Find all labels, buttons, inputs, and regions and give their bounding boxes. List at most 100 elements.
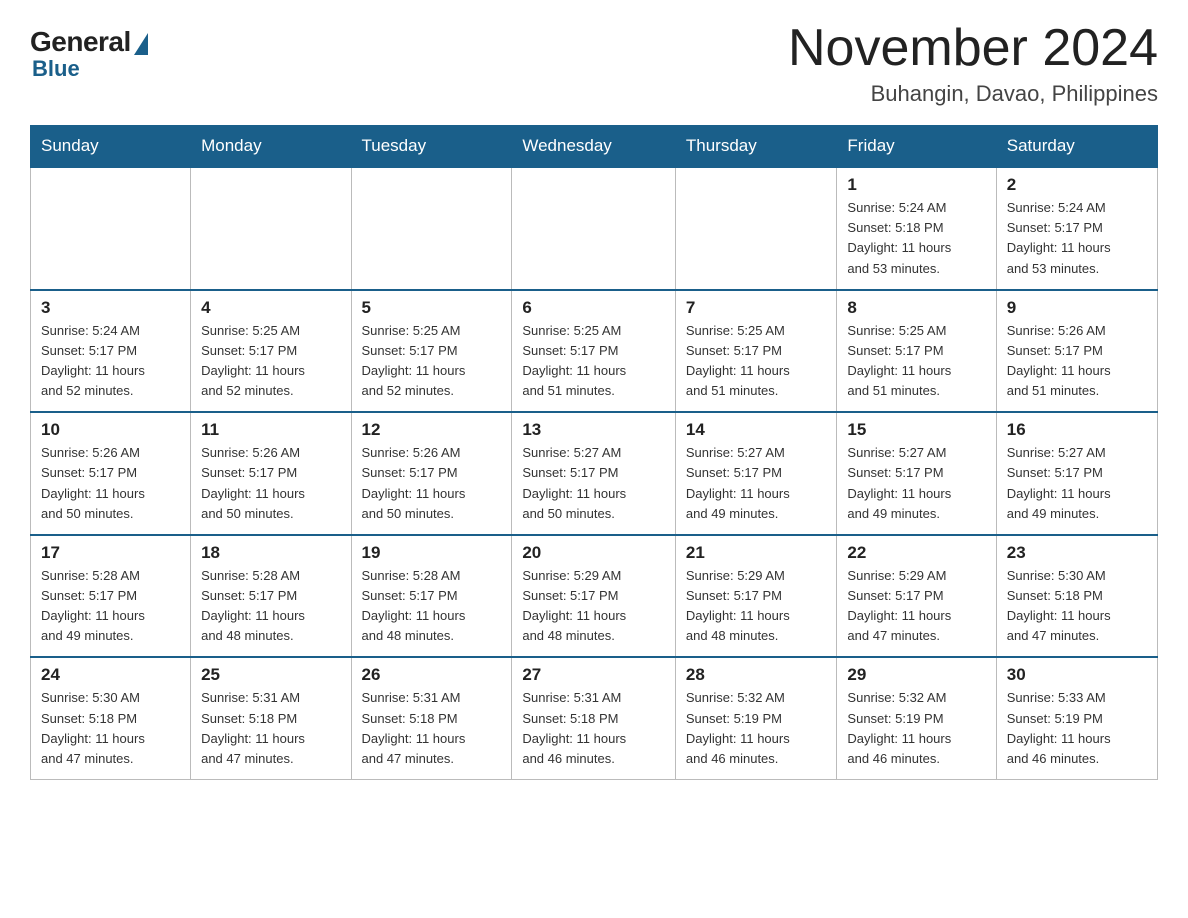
calendar-cell (191, 167, 351, 290)
day-number: 23 (1007, 543, 1147, 563)
calendar-cell (351, 167, 512, 290)
week-row-4: 17 Sunrise: 5:28 AM Sunset: 5:17 PM Dayli… (31, 535, 1158, 658)
calendar-cell: 21 Sunrise: 5:29 AM Sunset: 5:17 PM Dayli… (675, 535, 837, 658)
day-number: 30 (1007, 665, 1147, 685)
calendar-cell: 1 Sunrise: 5:24 AM Sunset: 5:18 PM Daylig… (837, 167, 996, 290)
calendar-cell: 28 Sunrise: 5:32 AM Sunset: 5:19 PM Dayli… (675, 657, 837, 779)
day-number: 29 (847, 665, 985, 685)
day-info: Sunrise: 5:25 AM Sunset: 5:17 PM Dayligh… (522, 321, 665, 402)
logo-triangle-icon (134, 33, 148, 55)
day-info: Sunrise: 5:33 AM Sunset: 5:19 PM Dayligh… (1007, 688, 1147, 769)
calendar-cell: 25 Sunrise: 5:31 AM Sunset: 5:18 PM Dayli… (191, 657, 351, 779)
day-info: Sunrise: 5:24 AM Sunset: 5:17 PM Dayligh… (41, 321, 180, 402)
day-number: 27 (522, 665, 665, 685)
day-info: Sunrise: 5:31 AM Sunset: 5:18 PM Dayligh… (362, 688, 502, 769)
day-number: 25 (201, 665, 340, 685)
calendar-cell: 13 Sunrise: 5:27 AM Sunset: 5:17 PM Dayli… (512, 412, 676, 535)
calendar-cell: 12Sunrise: 5:26 AM Sunset: 5:17 PM Dayli… (351, 412, 512, 535)
day-number: 19 (362, 543, 502, 563)
calendar-cell: 24 Sunrise: 5:30 AM Sunset: 5:18 PM Dayli… (31, 657, 191, 779)
day-info: Sunrise: 5:32 AM Sunset: 5:19 PM Dayligh… (686, 688, 827, 769)
day-info: Sunrise: 5:24 AM Sunset: 5:17 PM Dayligh… (1007, 198, 1147, 279)
calendar-cell: 9Sunrise: 5:26 AM Sunset: 5:17 PM Daylig… (996, 290, 1157, 413)
weekday-header-sunday: Sunday (31, 126, 191, 168)
day-number: 6 (522, 298, 665, 318)
day-info: Sunrise: 5:28 AM Sunset: 5:17 PM Dayligh… (201, 566, 340, 647)
calendar-cell: 19Sunrise: 5:28 AM Sunset: 5:17 PM Dayli… (351, 535, 512, 658)
week-row-5: 24 Sunrise: 5:30 AM Sunset: 5:18 PM Dayli… (31, 657, 1158, 779)
weekday-header-row: SundayMondayTuesdayWednesdayThursdayFrid… (31, 126, 1158, 168)
day-info: Sunrise: 5:26 AM Sunset: 5:17 PM Dayligh… (201, 443, 340, 524)
day-number: 9 (1007, 298, 1147, 318)
day-number: 21 (686, 543, 827, 563)
calendar-cell: 14 Sunrise: 5:27 AM Sunset: 5:17 PM Dayli… (675, 412, 837, 535)
calendar-cell: 15 Sunrise: 5:27 AM Sunset: 5:17 PM Dayli… (837, 412, 996, 535)
day-info: Sunrise: 5:27 AM Sunset: 5:17 PM Dayligh… (686, 443, 827, 524)
calendar-cell: 11 Sunrise: 5:26 AM Sunset: 5:17 PM Dayli… (191, 412, 351, 535)
day-number: 14 (686, 420, 827, 440)
calendar-cell: 5 Sunrise: 5:25 AM Sunset: 5:17 PM Daylig… (351, 290, 512, 413)
day-number: 20 (522, 543, 665, 563)
calendar-cell: 7 Sunrise: 5:25 AM Sunset: 5:17 PM Daylig… (675, 290, 837, 413)
calendar-cell (675, 167, 837, 290)
day-info: Sunrise: 5:27 AM Sunset: 5:17 PM Dayligh… (847, 443, 985, 524)
day-info: Sunrise: 5:31 AM Sunset: 5:18 PM Dayligh… (522, 688, 665, 769)
day-info: Sunrise: 5:28 AM Sunset: 5:17 PM Dayligh… (41, 566, 180, 647)
calendar-cell (31, 167, 191, 290)
day-number: 5 (362, 298, 502, 318)
day-info: Sunrise: 5:29 AM Sunset: 5:17 PM Dayligh… (686, 566, 827, 647)
calendar-cell: 3Sunrise: 5:24 AM Sunset: 5:17 PM Daylig… (31, 290, 191, 413)
weekday-header-thursday: Thursday (675, 126, 837, 168)
day-info: Sunrise: 5:26 AM Sunset: 5:17 PM Dayligh… (41, 443, 180, 524)
calendar-cell: 18Sunrise: 5:28 AM Sunset: 5:17 PM Dayli… (191, 535, 351, 658)
page-header: General Blue November 2024 Buhangin, Dav… (30, 20, 1158, 107)
day-number: 28 (686, 665, 827, 685)
calendar-cell: 6 Sunrise: 5:25 AM Sunset: 5:17 PM Daylig… (512, 290, 676, 413)
calendar-cell: 10 Sunrise: 5:26 AM Sunset: 5:17 PM Dayli… (31, 412, 191, 535)
day-info: Sunrise: 5:30 AM Sunset: 5:18 PM Dayligh… (41, 688, 180, 769)
weekday-header-friday: Friday (837, 126, 996, 168)
day-info: Sunrise: 5:27 AM Sunset: 5:17 PM Dayligh… (1007, 443, 1147, 524)
day-info: Sunrise: 5:30 AM Sunset: 5:18 PM Dayligh… (1007, 566, 1147, 647)
calendar-cell: 29 Sunrise: 5:32 AM Sunset: 5:19 PM Dayli… (837, 657, 996, 779)
day-number: 13 (522, 420, 665, 440)
weekday-header-tuesday: Tuesday (351, 126, 512, 168)
week-row-1: 1 Sunrise: 5:24 AM Sunset: 5:18 PM Daylig… (31, 167, 1158, 290)
day-info: Sunrise: 5:31 AM Sunset: 5:18 PM Dayligh… (201, 688, 340, 769)
day-number: 15 (847, 420, 985, 440)
day-info: Sunrise: 5:32 AM Sunset: 5:19 PM Dayligh… (847, 688, 985, 769)
location: Buhangin, Davao, Philippines (788, 81, 1158, 107)
day-number: 16 (1007, 420, 1147, 440)
day-number: 17 (41, 543, 180, 563)
calendar-cell: 30 Sunrise: 5:33 AM Sunset: 5:19 PM Dayli… (996, 657, 1157, 779)
calendar-cell: 8Sunrise: 5:25 AM Sunset: 5:17 PM Daylig… (837, 290, 996, 413)
day-number: 11 (201, 420, 340, 440)
calendar-cell: 22Sunrise: 5:29 AM Sunset: 5:17 PM Dayli… (837, 535, 996, 658)
weekday-header-monday: Monday (191, 126, 351, 168)
day-info: Sunrise: 5:25 AM Sunset: 5:17 PM Dayligh… (686, 321, 827, 402)
calendar-cell: 26 Sunrise: 5:31 AM Sunset: 5:18 PM Dayli… (351, 657, 512, 779)
calendar-table: SundayMondayTuesdayWednesdayThursdayFrid… (30, 125, 1158, 780)
day-number: 7 (686, 298, 827, 318)
logo-general-text: General (30, 26, 131, 58)
day-info: Sunrise: 5:25 AM Sunset: 5:17 PM Dayligh… (847, 321, 985, 402)
day-number: 1 (847, 175, 985, 195)
day-number: 10 (41, 420, 180, 440)
weekday-header-wednesday: Wednesday (512, 126, 676, 168)
calendar-cell: 27 Sunrise: 5:31 AM Sunset: 5:18 PM Dayli… (512, 657, 676, 779)
day-number: 12 (362, 420, 502, 440)
month-title: November 2024 (788, 20, 1158, 77)
calendar-cell: 4Sunrise: 5:25 AM Sunset: 5:17 PM Daylig… (191, 290, 351, 413)
calendar-cell (512, 167, 676, 290)
title-block: November 2024 Buhangin, Davao, Philippin… (788, 20, 1158, 107)
week-row-2: 3Sunrise: 5:24 AM Sunset: 5:17 PM Daylig… (31, 290, 1158, 413)
day-info: Sunrise: 5:27 AM Sunset: 5:17 PM Dayligh… (522, 443, 665, 524)
day-info: Sunrise: 5:24 AM Sunset: 5:18 PM Dayligh… (847, 198, 985, 279)
day-number: 26 (362, 665, 502, 685)
calendar-cell: 23 Sunrise: 5:30 AM Sunset: 5:18 PM Dayli… (996, 535, 1157, 658)
day-number: 22 (847, 543, 985, 563)
day-number: 2 (1007, 175, 1147, 195)
day-number: 24 (41, 665, 180, 685)
day-info: Sunrise: 5:25 AM Sunset: 5:17 PM Dayligh… (362, 321, 502, 402)
calendar-cell: 2 Sunrise: 5:24 AM Sunset: 5:17 PM Daylig… (996, 167, 1157, 290)
